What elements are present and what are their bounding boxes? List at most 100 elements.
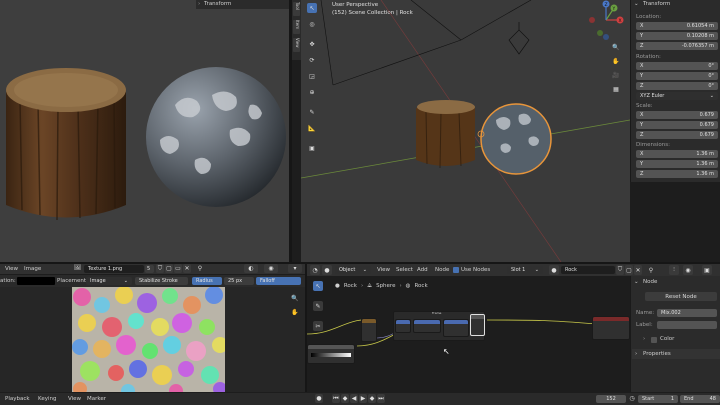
start-frame-field[interactable]: Start 1 — [638, 395, 678, 403]
menu-add-node[interactable]: Add — [417, 267, 428, 273]
select-tool-icon[interactable]: ↖ — [307, 3, 317, 13]
overlay-icon[interactable]: ◉ — [264, 264, 278, 273]
rotation-x-field[interactable]: X 0° — [636, 62, 718, 70]
chevron-down-icon[interactable]: ⌄ — [634, 1, 639, 7]
node-color-ramp[interactable] — [307, 344, 355, 364]
object-mode-select[interactable]: Object ⌄ — [335, 266, 371, 274]
dimensions-x-field[interactable]: X 1.36 m — [636, 150, 718, 158]
stabilize-stroke-toggle[interactable]: Stabilize Stroke — [135, 277, 188, 285]
rotation-z-field[interactable]: Z 0° — [636, 82, 718, 90]
play-reverse-icon[interactable]: ◀ — [350, 394, 358, 403]
menu-keying[interactable]: Keying — [38, 396, 56, 402]
location-y-field[interactable]: Y 0.10208 m — [636, 32, 718, 40]
falloff-field[interactable]: Falloff — [256, 277, 301, 285]
menu-node[interactable]: Node — [435, 267, 449, 273]
node-canvas[interactable]: ● Rock › ⟁ Sphere › ◍ Rock ↖ ✎ ✂ Frame ↖ — [307, 276, 630, 392]
fake-user-icon-node[interactable]: ⛉ — [616, 265, 624, 275]
jump-end-icon[interactable]: ⏭ — [377, 394, 385, 403]
pan-hand-icon-image[interactable]: ✋ — [290, 307, 300, 317]
add-cube-tool-icon[interactable]: ▣ — [307, 143, 317, 153]
node-selected-mix[interactable] — [470, 314, 485, 336]
copy-icon[interactable]: ▢ — [625, 265, 633, 275]
radius-field[interactable]: Radius — [192, 277, 222, 285]
node-mix-b[interactable] — [413, 319, 441, 333]
zoom-icon[interactable]: 🔍 — [611, 42, 621, 52]
material-icon[interactable]: ● — [549, 265, 559, 275]
navigation-gizmo[interactable]: X Y Z — [586, 0, 630, 40]
pin-icon[interactable]: ⚲ — [196, 264, 204, 273]
annotate-tool-icon[interactable]: ✎ — [307, 107, 317, 117]
transform-tool-icon[interactable]: ⊕ — [307, 87, 317, 97]
slot-select[interactable]: Slot 1 ⌄ — [507, 266, 543, 274]
record-icon[interactable]: ● — [315, 394, 323, 403]
tab-tool[interactable]: Tool — [293, 2, 300, 16]
move-tool-icon[interactable]: ✥ — [307, 39, 317, 49]
menu-marker[interactable]: Marker — [87, 396, 106, 402]
unlink-icon[interactable]: ✕ — [183, 264, 191, 273]
left-viewport[interactable]: Transform › — [0, 0, 289, 262]
menu-image[interactable]: Image — [24, 266, 41, 272]
node-label-field[interactable] — [657, 321, 717, 329]
measure-tool-icon[interactable]: 📐 — [307, 123, 317, 133]
scale-z-field[interactable]: Z 0.679 — [636, 131, 718, 139]
node-output[interactable] — [592, 316, 630, 340]
unlink-icon-node[interactable]: ✕ — [634, 265, 642, 275]
new-image-icon[interactable]: ▢ — [165, 264, 173, 273]
camera-view-icon[interactable]: 🎥 — [611, 70, 621, 80]
menu-select-node[interactable]: Select — [396, 267, 413, 273]
rotation-y-field[interactable]: Y 0° — [636, 72, 718, 80]
current-frame-field[interactable]: 152 — [596, 395, 626, 403]
placement-select[interactable]: Image ⌄ — [86, 277, 132, 285]
image-users-field[interactable]: 5 — [145, 265, 154, 273]
dimensions-y-field[interactable]: Y 1.36 m — [636, 160, 718, 168]
node-mix-c[interactable] — [443, 319, 469, 337]
scale-y-field[interactable]: Y 0.679 — [636, 121, 718, 129]
fake-user-icon[interactable]: ⛉ — [156, 264, 164, 273]
jump-start-icon[interactable]: ⏮ — [332, 394, 340, 403]
zoom-icon-image[interactable]: 🔍 — [290, 293, 300, 303]
clock-icon[interactable]: ◷ — [628, 394, 636, 403]
tab-view[interactable]: View — [293, 38, 300, 52]
view-mode-icon[interactable]: ▾ — [288, 264, 302, 273]
color-checkbox[interactable] — [651, 337, 657, 343]
rotate-tool-icon[interactable]: ⟳ — [307, 55, 317, 65]
pin-icon-node[interactable]: ⚲ — [647, 265, 655, 275]
scale-tool-icon[interactable]: ◲ — [307, 71, 317, 81]
location-z-field[interactable]: Z -0.076357 m — [636, 42, 718, 50]
color-swatch[interactable] — [17, 277, 55, 285]
end-frame-field[interactable]: End 48 — [680, 395, 720, 403]
play-icon[interactable]: ▶ — [359, 394, 367, 403]
overlay-icon-node[interactable]: ◉ — [683, 265, 693, 275]
display-channels-icon[interactable]: ◐ — [244, 264, 258, 273]
menu-playback[interactable]: Playback — [5, 396, 30, 402]
node-mix-a[interactable] — [395, 319, 411, 333]
menu-view-node[interactable]: View — [377, 267, 390, 273]
scale-x-field[interactable]: X 0.679 — [636, 111, 718, 119]
material-name-field[interactable]: Rock — [561, 266, 615, 274]
ortho-grid-icon[interactable]: ▦ — [611, 84, 621, 94]
snap-icon[interactable]: ⫶ — [669, 265, 679, 275]
image-name-field[interactable]: Texture 1.png — [84, 265, 144, 273]
node-image-texture[interactable] — [361, 318, 377, 342]
reset-node-button[interactable]: Reset Node — [645, 292, 717, 301]
pan-hand-icon[interactable]: ✋ — [611, 56, 621, 66]
dimensions-z-field[interactable]: Z 1.36 m — [636, 170, 718, 178]
editor-type-icon[interactable]: ◔ — [310, 265, 320, 275]
chevron-right-icon[interactable]: › — [635, 351, 637, 357]
tab-item[interactable]: Item — [293, 20, 300, 34]
rotation-mode-select[interactable]: XYZ Euler ⌄ — [636, 92, 718, 100]
menu-view-timeline[interactable]: View — [68, 396, 81, 402]
shader-type-icon[interactable]: ● — [322, 265, 332, 275]
px-field[interactable]: 25 px — [224, 277, 254, 285]
sidebar-toggle-icon[interactable]: ▣ — [702, 265, 712, 275]
location-x-field[interactable]: X 0.61054 m — [636, 22, 718, 30]
cursor-tool-icon[interactable]: ◎ — [307, 19, 317, 29]
use-nodes-checkbox[interactable] — [453, 267, 459, 273]
open-folder-icon[interactable]: ▭ — [174, 264, 182, 273]
next-key-icon[interactable]: ◆ — [368, 394, 376, 403]
image-canvas[interactable]: 🔍 ✋ — [0, 287, 305, 392]
node-name-field[interactable]: Mix.002 — [657, 309, 717, 317]
menu-view[interactable]: View — [5, 266, 18, 272]
chevron-down-icon[interactable]: ⌄ — [634, 279, 639, 285]
chevron-right-icon[interactable]: › — [643, 336, 645, 342]
